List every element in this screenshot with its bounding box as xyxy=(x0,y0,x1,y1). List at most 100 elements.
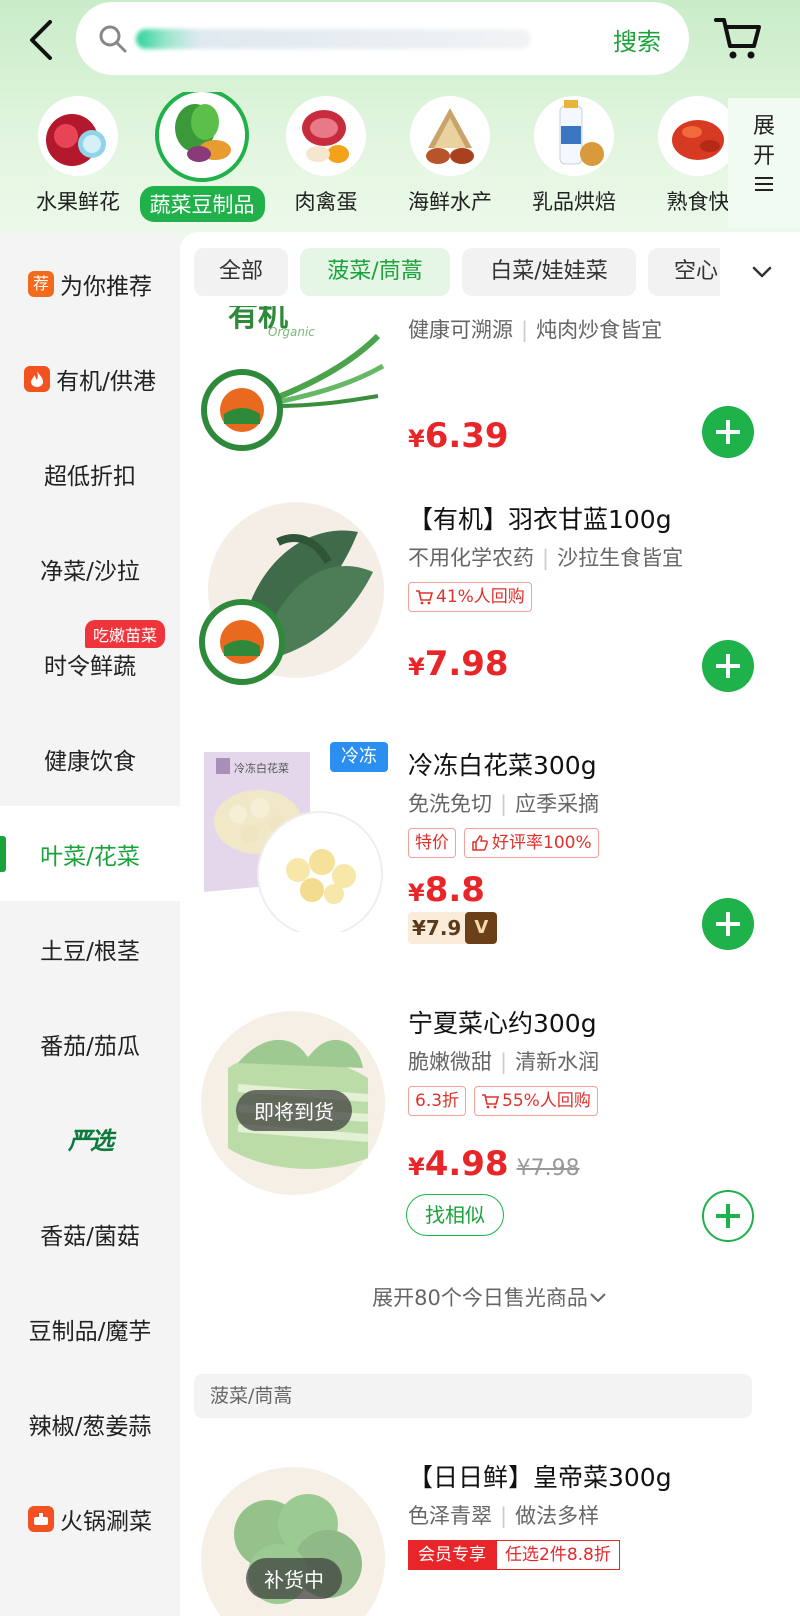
sidebar-item-label: 时令鲜蔬 xyxy=(44,653,136,680)
sidebar: 荐为你推荐 有机/供港 超低折扣 净菜/沙拉 时令鲜蔬 健康饮食 叶菜/花菜 土… xyxy=(0,232,180,1616)
menu-lines-icon xyxy=(728,176,800,196)
hotpot-icon xyxy=(28,1505,54,1532)
status-restocking: 补货中 xyxy=(246,1558,342,1599)
product-image: 有机 Organic xyxy=(198,299,388,456)
section-header: 菠菜/茼蒿 xyxy=(194,1374,752,1418)
sidebar-item-leafy[interactable]: 叶菜/花菜 xyxy=(0,806,180,901)
cart-icon[interactable] xyxy=(713,14,763,62)
sidebar-item-label: 健康饮食 xyxy=(44,748,136,775)
expand-label: 展开 xyxy=(752,114,775,169)
rating-tag: 好评率100% xyxy=(464,828,599,858)
sidebar-item-mushroom[interactable]: 香菇/菌菇 xyxy=(0,1186,180,1281)
product-desc: 免洗免切 | 应季采摘 xyxy=(408,792,600,816)
product-tags: 会员专享 任选2件8.8折 xyxy=(408,1540,620,1570)
product-name: 【日日鲜】皇帝菜300g xyxy=(408,1463,672,1492)
sidebar-item-label: 土豆/根茎 xyxy=(40,938,140,965)
sidebar-item-salad[interactable]: 净菜/沙拉 xyxy=(0,521,180,616)
fire-icon xyxy=(24,365,51,392)
pomegranate-icon xyxy=(38,96,118,176)
active-indicator xyxy=(0,836,6,872)
category-item-selected[interactable]: 蔬菜豆制品 xyxy=(138,92,266,222)
cart-mini-icon xyxy=(416,590,433,605)
product-price: ¥7.98 xyxy=(408,644,509,684)
sidebar-item-label: 火锅涮菜 xyxy=(60,1508,152,1535)
add-to-cart-button[interactable] xyxy=(702,640,754,692)
yanxuan-logo: 严选 xyxy=(68,1126,114,1155)
category-row: 水果鲜花 蔬菜豆制品 肉禽蛋 海鲜水产 乳品烘焙 熟食快 xyxy=(0,92,728,232)
sidebar-item-label: 有机/供港 xyxy=(56,368,156,395)
sidebar-item-discount[interactable]: 超低折扣 xyxy=(0,426,180,521)
category-item[interactable]: 水果鲜花 xyxy=(14,92,142,216)
category-item[interactable]: 海鲜水产 xyxy=(386,92,514,216)
repurchase-tag: 55%人回购 xyxy=(474,1086,598,1116)
expand-sold-out-button[interactable]: 展开80个今日售光商品 xyxy=(180,1282,800,1312)
chevron-down-icon xyxy=(588,1286,608,1310)
sidebar-item-label: 豆制品/魔芋 xyxy=(28,1318,152,1345)
sidebar-item-chili[interactable]: 辣椒/葱姜蒜 xyxy=(0,1376,180,1471)
thumbs-up-icon xyxy=(472,835,488,851)
product-desc: 不用化学农药 | 沙拉生食皆宜 xyxy=(408,546,684,570)
search-icon xyxy=(98,24,128,54)
product-price: ¥6.39 xyxy=(408,416,509,456)
sidebar-item-healthy[interactable]: 健康饮食 xyxy=(0,711,180,806)
category-item[interactable]: 乳品烘焙 xyxy=(510,92,638,216)
crayfish-icon xyxy=(658,96,728,176)
product-name: 【有机】羽衣甘蓝100g xyxy=(408,505,672,534)
product-image xyxy=(198,502,388,692)
original-price: ¥7.98 xyxy=(516,1156,580,1181)
search-placeholder-blurred xyxy=(136,29,531,49)
tab-water-spinach[interactable]: 空心 xyxy=(648,248,724,296)
milk-icon xyxy=(534,96,614,176)
product-desc: 脆嫩微甜 | 清新水润 xyxy=(408,1050,600,1074)
search-button[interactable]: 搜索 xyxy=(613,22,661,57)
category-label: 海鲜水产 xyxy=(408,190,492,214)
sidebar-item-hotpot[interactable]: 火锅涮菜 xyxy=(0,1471,180,1566)
seasonal-promo-badge: 吃嫩苗菜 xyxy=(85,620,166,648)
bundle-discount-tag: 任选2件8.8折 xyxy=(496,1540,620,1570)
product-price: ¥4.98 ¥7.98 xyxy=(408,1144,580,1184)
subcategory-tabs: 全部 菠菜/茼蒿 白菜/娃娃菜 空心 xyxy=(194,248,724,298)
product-tags: 41%人回购 xyxy=(408,582,532,612)
vegetable-icon xyxy=(155,92,249,182)
vip-icon: V xyxy=(465,912,498,944)
cart-mini-icon xyxy=(482,1094,500,1109)
tab-spinach[interactable]: 菠菜/茼蒿 xyxy=(300,248,450,296)
discount-tag: 6.3折 xyxy=(408,1086,467,1116)
search-input[interactable]: 搜索 xyxy=(76,2,689,75)
back-icon[interactable] xyxy=(22,18,62,62)
sidebar-item-tomato[interactable]: 番茄/茄瓜 xyxy=(0,996,180,1091)
repurchase-tag: 41%人回购 xyxy=(408,582,532,612)
seafood-icon xyxy=(410,96,490,176)
top-header: 搜索 水果鲜花 蔬菜豆制品 肉禽蛋 海鲜水产 乳品烘焙 熟食快 展开 xyxy=(0,0,800,245)
category-label: 水果鲜花 xyxy=(36,190,120,214)
sidebar-item-label: 超低折扣 xyxy=(44,463,136,490)
sidebar-item-label: 叶菜/花菜 xyxy=(40,843,140,870)
add-to-cart-button[interactable] xyxy=(702,1190,754,1242)
sidebar-item-yanxuan[interactable]: 严选 xyxy=(0,1091,180,1186)
sidebar-item-organic[interactable]: 有机/供港 xyxy=(0,331,180,426)
tab-cabbage[interactable]: 白菜/娃娃菜 xyxy=(462,248,636,296)
category-label: 肉禽蛋 xyxy=(294,190,358,214)
tab-all[interactable]: 全部 xyxy=(194,248,288,296)
sidebar-item-roots[interactable]: 土豆/根茎 xyxy=(0,901,180,996)
meat-egg-icon xyxy=(286,96,366,176)
tabs-expand-button[interactable] xyxy=(720,248,800,298)
sidebar-item-label: 番茄/茄瓜 xyxy=(40,1033,140,1060)
expand-categories-button[interactable]: 展开 xyxy=(728,98,800,228)
recommend-badge-icon: 荐 xyxy=(28,270,54,297)
add-to-cart-button[interactable] xyxy=(702,406,754,458)
product-list: 全部 菠菜/茼蒿 白菜/娃娃菜 空心 有机 Organic 健康可溯源 | 炖肉炒食… xyxy=(180,232,800,1616)
sidebar-item-label: 净菜/沙拉 xyxy=(40,558,140,585)
sidebar-item-label: 辣椒/葱姜蒜 xyxy=(28,1413,152,1440)
category-label: 蔬菜豆制品 xyxy=(139,186,265,222)
sidebar-item-recommend[interactable]: 荐为你推荐 xyxy=(0,236,180,331)
add-to-cart-button[interactable] xyxy=(702,898,754,950)
product-tags: 特价 好评率100% xyxy=(408,828,599,858)
sidebar-item-tofu[interactable]: 豆制品/魔芋 xyxy=(0,1281,180,1376)
category-item[interactable]: 熟食快 xyxy=(634,92,728,216)
package-label: 冷冻白花菜 xyxy=(234,761,289,775)
category-item[interactable]: 肉禽蛋 xyxy=(262,92,390,216)
category-label: 乳品烘焙 xyxy=(532,190,616,214)
find-similar-button[interactable]: 找相似 xyxy=(406,1194,504,1236)
member-only-tag: 会员专享 xyxy=(408,1540,496,1570)
